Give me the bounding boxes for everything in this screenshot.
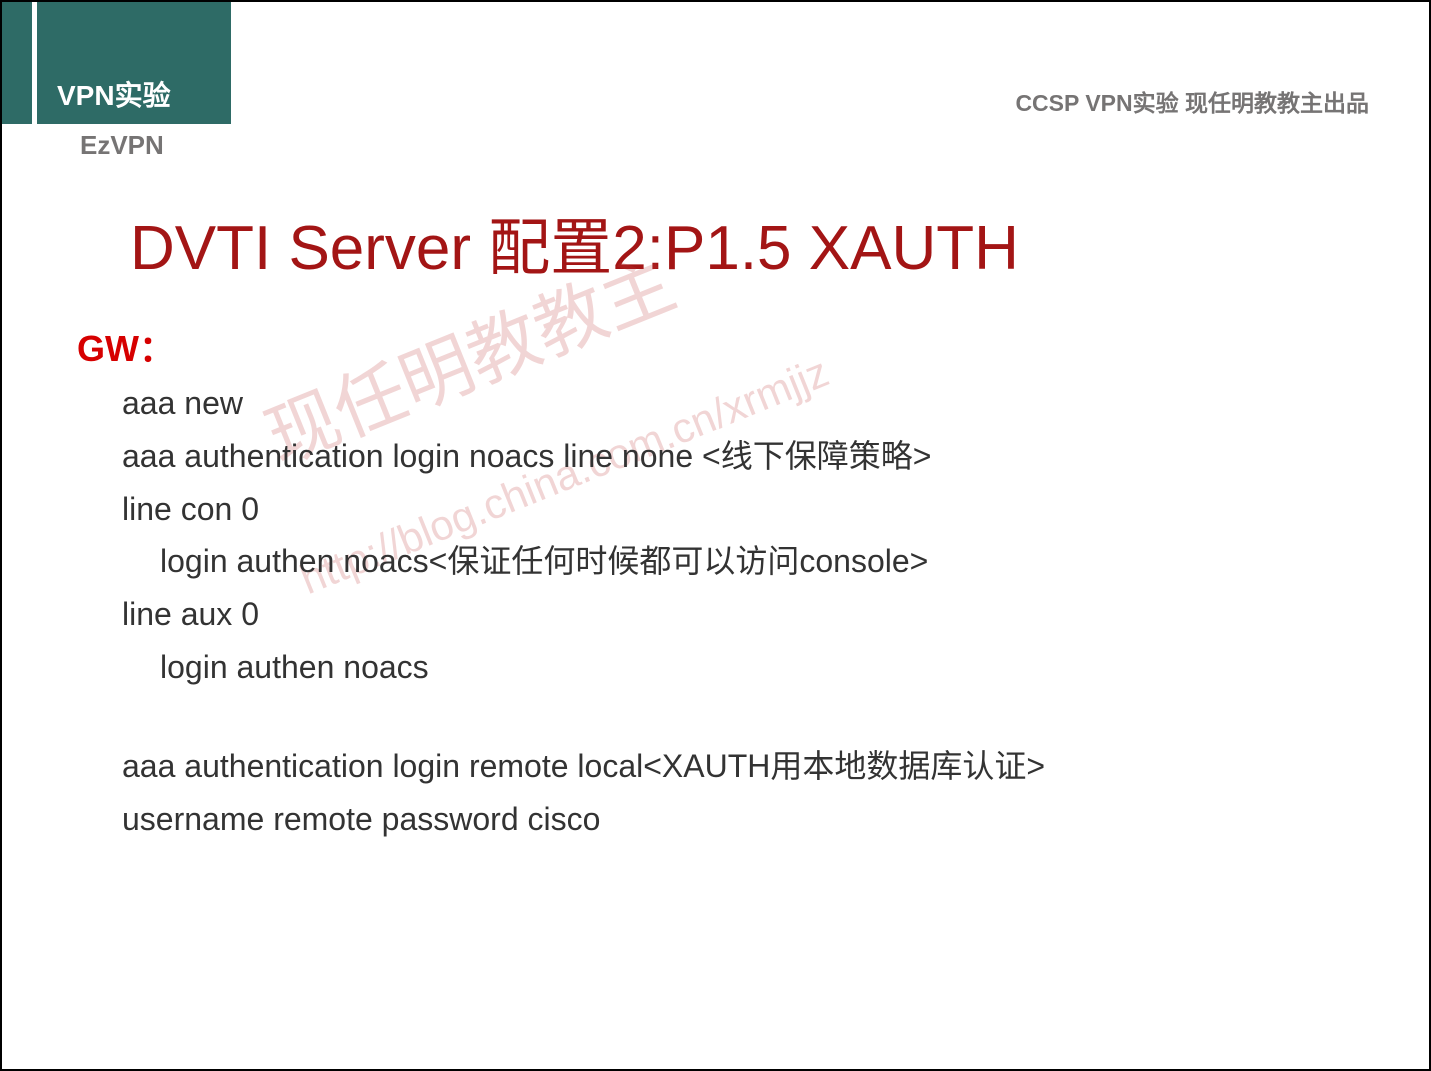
header-accent — [2, 2, 32, 124]
code-gap — [122, 694, 1045, 740]
header-bar: VPN实验 — [2, 2, 231, 124]
code-line: login authen noacs<保证任何时候都可以访问console> — [122, 535, 1045, 588]
code-line: username remote password cisco — [122, 793, 1045, 846]
code-line: aaa authentication login remote local<XA… — [122, 740, 1045, 793]
code-line: aaa new — [122, 377, 1045, 430]
gw-label: GW： — [77, 320, 175, 372]
top-right-text: CCSP VPN实验 现任明教教主出品 — [1015, 84, 1369, 118]
code-line: aaa authentication login noacs line none… — [122, 430, 1045, 483]
code-block: aaa new aaa authentication login noacs l… — [122, 377, 1045, 845]
header-title: VPN实验 — [57, 74, 171, 114]
code-line: login authen noacs — [122, 641, 1045, 694]
page-title: DVTI Server 配置2:P1.5 XAUTH — [130, 197, 1019, 287]
header-subtitle: EzVPN — [80, 130, 164, 161]
code-line: line con 0 — [122, 483, 1045, 536]
code-line: line aux 0 — [122, 588, 1045, 641]
header-main: VPN实验 — [37, 2, 231, 124]
